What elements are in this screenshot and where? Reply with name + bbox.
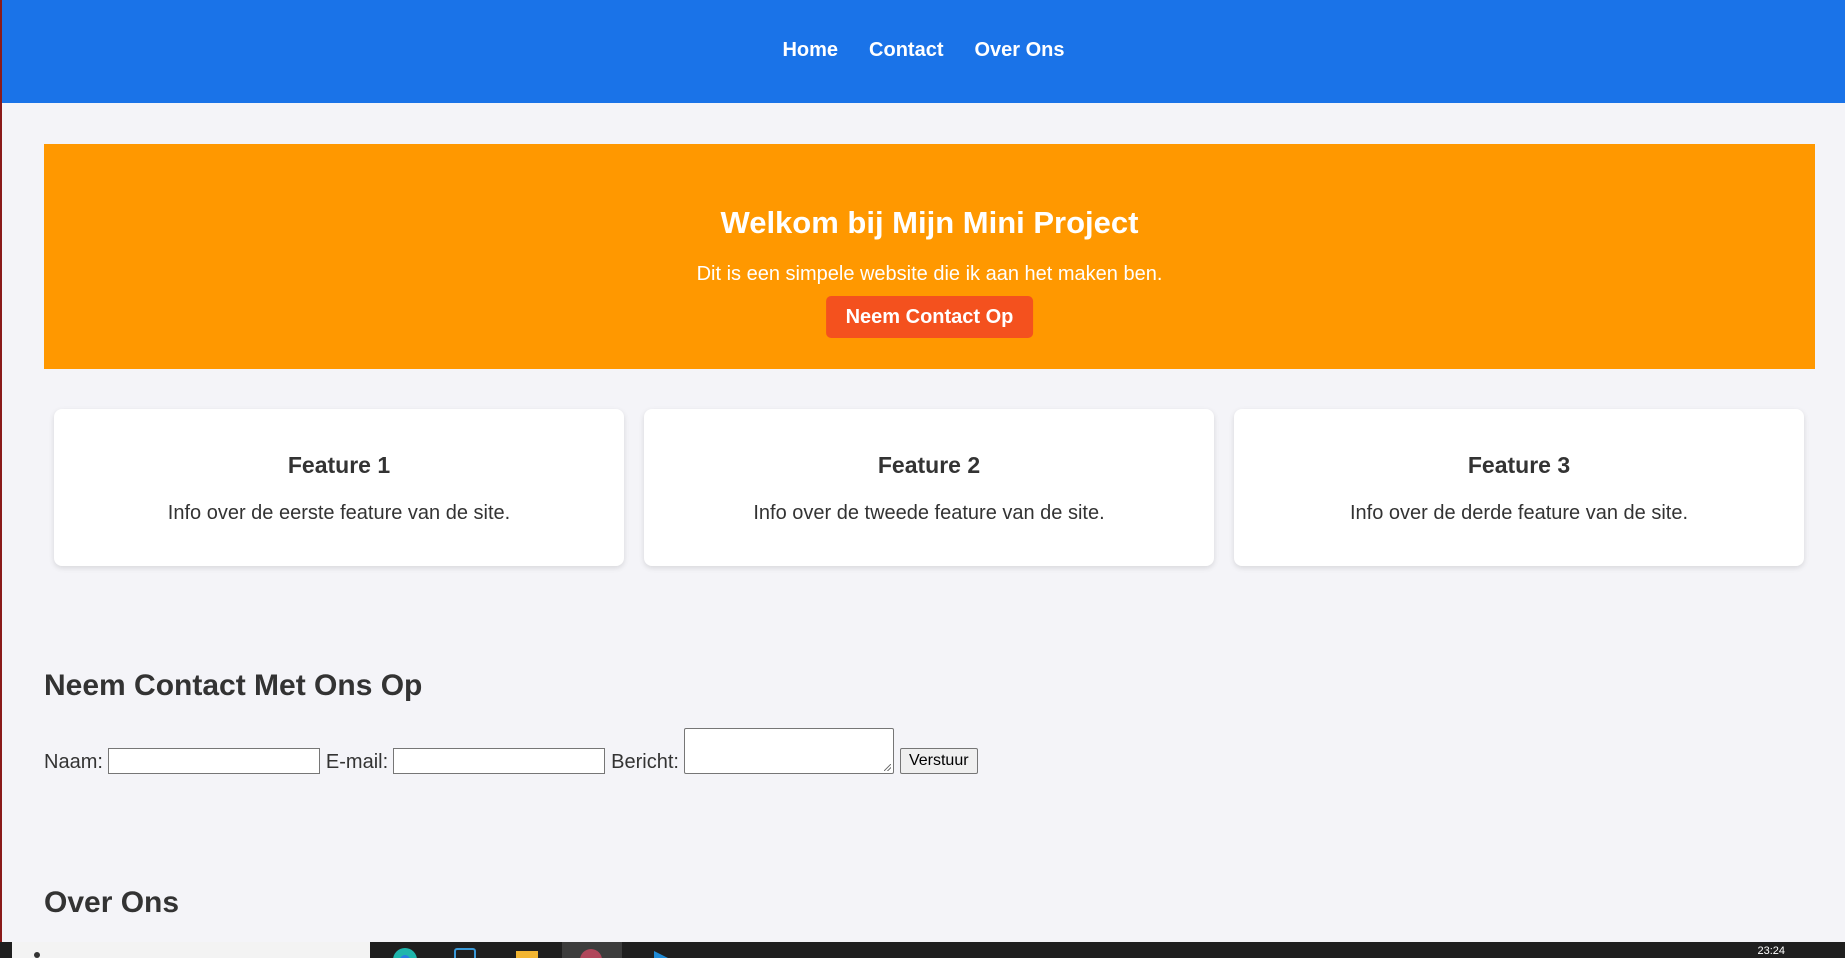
feature-text: Info over de derde feature van de site. bbox=[1350, 502, 1688, 524]
store-icon[interactable] bbox=[452, 947, 478, 958]
feature-card: Feature 1 Info over de eerste feature va… bbox=[54, 409, 624, 566]
feature-card: Feature 3 Info over de derde feature van… bbox=[1234, 409, 1804, 566]
feature-card: Feature 2 Info over de tweede feature va… bbox=[644, 409, 1214, 566]
hero-subtitle: Dit is een simpele website die ik aan he… bbox=[696, 263, 1163, 285]
vscode-icon[interactable] bbox=[650, 947, 676, 958]
name-input[interactable] bbox=[107, 748, 320, 774]
taskbar: 23:24 bbox=[0, 942, 1845, 958]
nav-link-home[interactable]: Home bbox=[782, 39, 838, 62]
chrome-icon[interactable] bbox=[392, 947, 418, 958]
feature-title: Feature 3 bbox=[1467, 452, 1571, 478]
app-icon[interactable] bbox=[578, 947, 604, 958]
nav-link-over-ons[interactable]: Over Ons bbox=[974, 39, 1064, 62]
feature-title: Feature 1 bbox=[287, 452, 391, 478]
message-label: Bericht: bbox=[611, 751, 679, 773]
browser-page: Home Contact Over Ons Welkom bij Mijn Mi… bbox=[0, 0, 1845, 942]
hero-banner: Welkom bij Mijn Mini Project Dit is een … bbox=[44, 144, 1815, 369]
about-section-title: Over Ons bbox=[44, 886, 180, 919]
email-input[interactable] bbox=[393, 748, 606, 774]
message-textarea[interactable] bbox=[683, 728, 894, 774]
submit-button[interactable]: Verstuur bbox=[899, 748, 978, 774]
nav-link-contact[interactable]: Contact bbox=[869, 39, 943, 62]
features-section: Feature 1 Info over de eerste feature va… bbox=[54, 409, 1804, 566]
feature-title: Feature 2 bbox=[877, 452, 981, 478]
contact-section-title: Neem Contact Met Ons Op bbox=[44, 669, 423, 702]
taskbar-clock: 23:24 bbox=[1757, 945, 1785, 957]
contact-cta-button[interactable]: Neem Contact Op bbox=[825, 296, 1034, 338]
navbar: Home Contact Over Ons bbox=[2, 0, 1845, 103]
taskbar-search-box[interactable] bbox=[12, 942, 370, 958]
hero-title: Welkom bij Mijn Mini Project bbox=[720, 205, 1139, 240]
contact-form: Naam: E-mail: Bericht: Verstuur bbox=[44, 728, 978, 774]
file-explorer-icon[interactable] bbox=[514, 947, 540, 958]
feature-text: Info over de tweede feature van de site. bbox=[753, 502, 1105, 524]
search-icon bbox=[34, 952, 40, 958]
name-label: Naam: bbox=[44, 751, 103, 773]
email-label: E-mail: bbox=[325, 751, 389, 773]
feature-text: Info over de eerste feature van de site. bbox=[167, 502, 511, 524]
